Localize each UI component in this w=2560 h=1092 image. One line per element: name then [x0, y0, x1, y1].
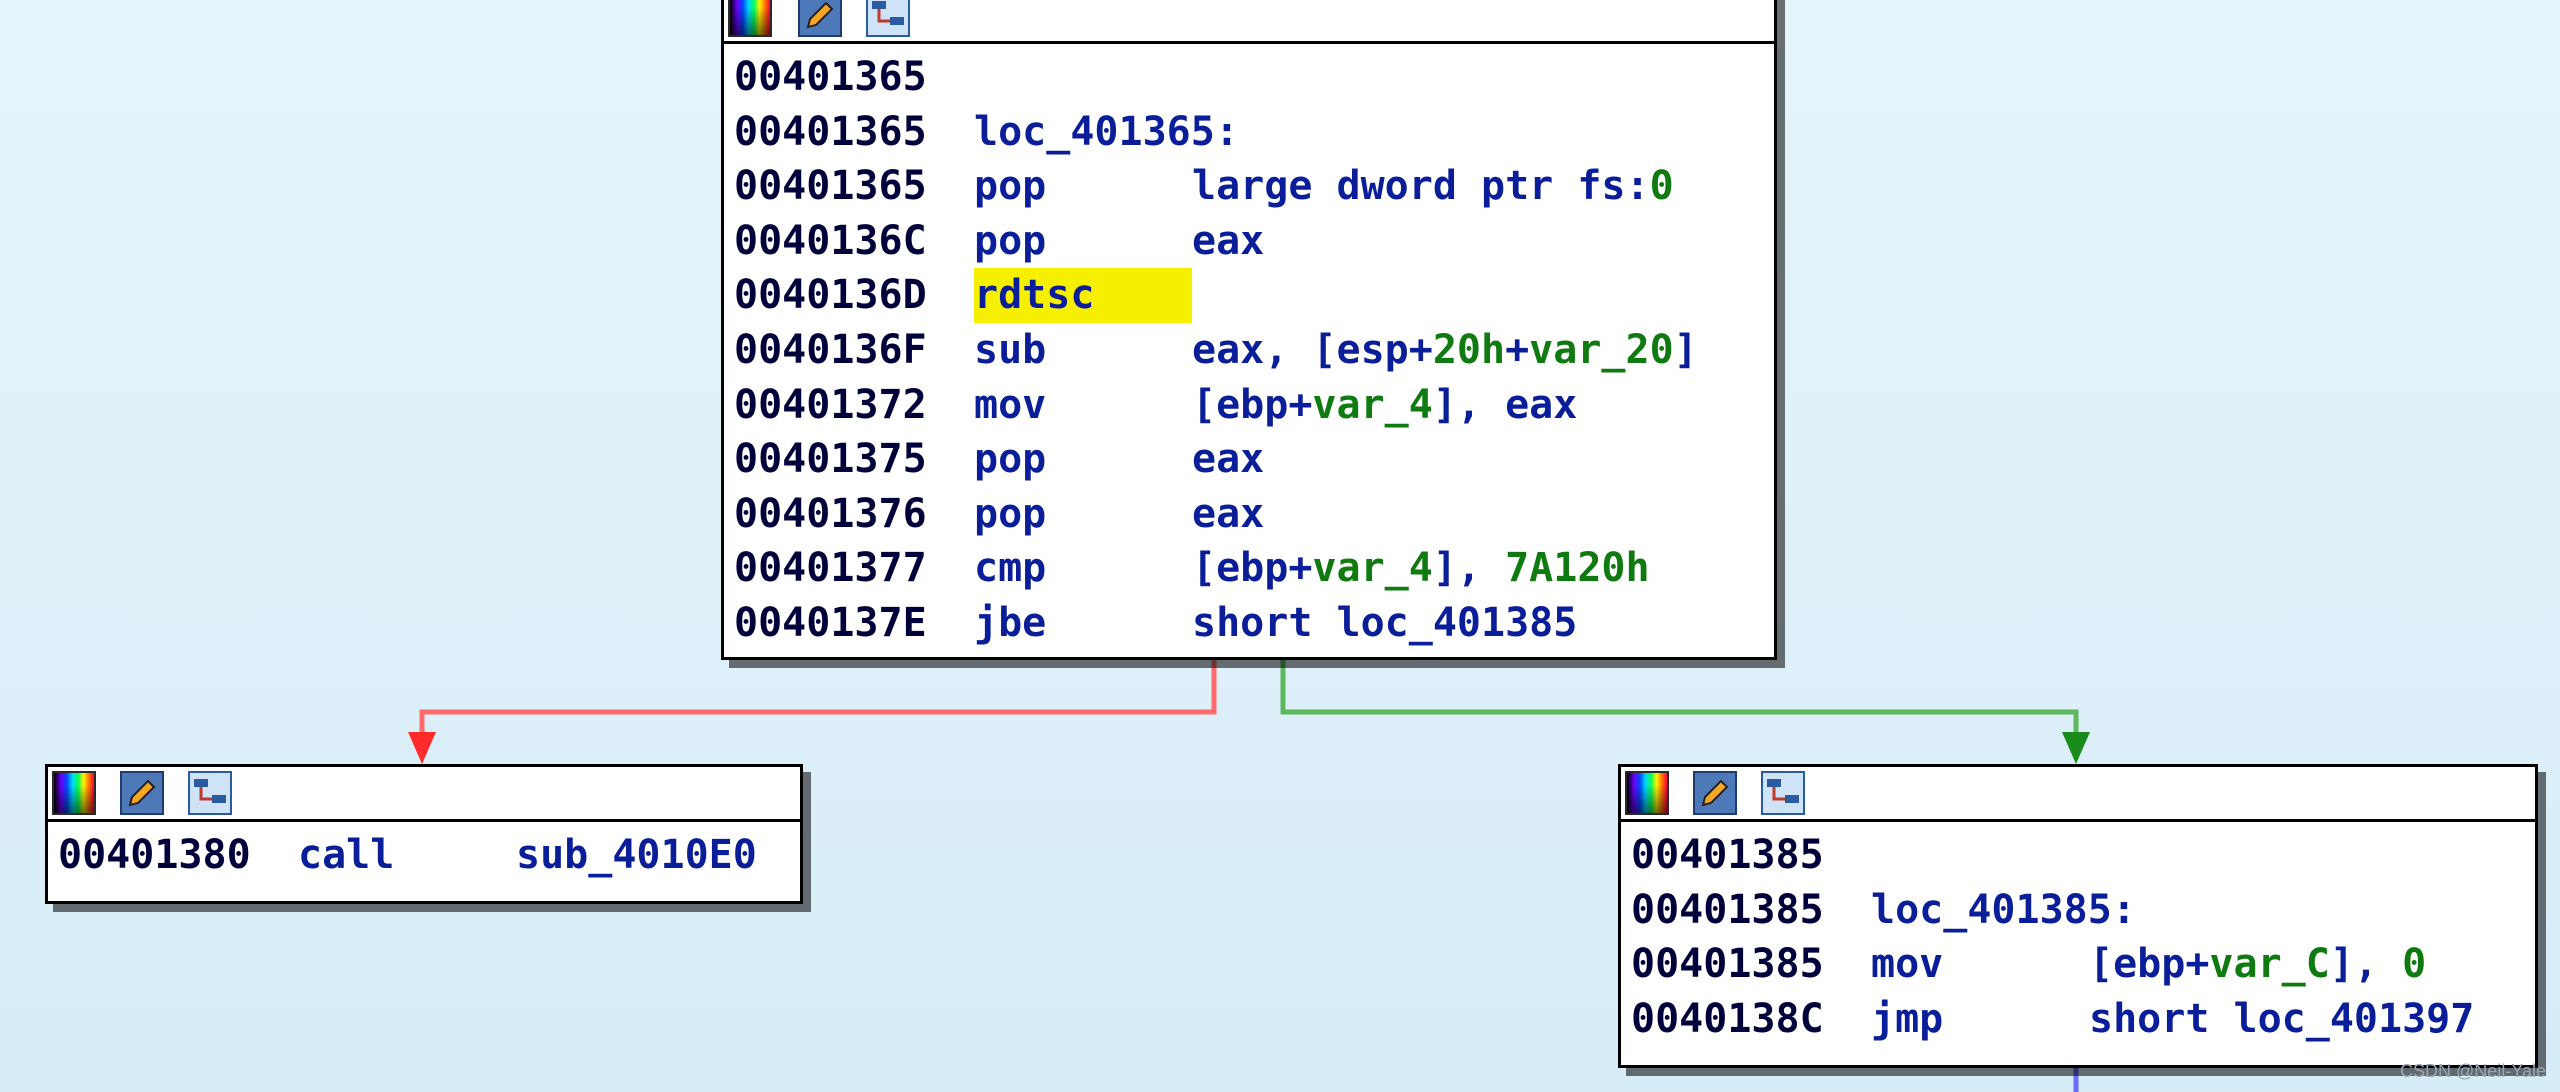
disasm-line[interactable]: 0040137E jbe short loc_401385: [734, 596, 1774, 651]
operand-variable: var_4: [1312, 381, 1433, 428]
code-label: loc_401365:: [974, 108, 1239, 155]
operand-variable: var_4: [1312, 545, 1433, 592]
disasm-line[interactable]: 00401380 call sub_4010E0: [58, 828, 800, 883]
mnemonic: mov: [1871, 941, 1944, 988]
disasm-line[interactable]: 00401365: [734, 50, 1774, 105]
line-address: 0040138C: [1631, 995, 1824, 1042]
mnemonic: call: [298, 832, 395, 878]
disasm-line[interactable]: 00401375 pop eax: [734, 432, 1774, 487]
block-titlebar: [724, 0, 1774, 44]
disasm-line[interactable]: 00401385 loc_401385:: [1631, 883, 2535, 938]
block-disassembly: 00401380 call sub_4010E0: [48, 822, 800, 883]
line-address: 0040136D: [734, 272, 927, 319]
basic-block-call-sub-4010e0[interactable]: 00401380 call sub_4010E0: [45, 764, 803, 904]
true-branch-edge: [1280, 660, 2079, 752]
mnemonic: cmp: [974, 545, 1047, 592]
operand-variable: var_C: [2209, 941, 2330, 988]
mnemonic: mov: [974, 381, 1047, 428]
line-address: 0040137E: [734, 599, 927, 646]
disasm-line[interactable]: 00401372 mov [ebp+var_4], eax: [734, 378, 1774, 433]
graph-overview-icon[interactable]: [1761, 771, 1805, 815]
block-disassembly: 00401365 00401365 loc_401365: 00401365 pop la…: [724, 44, 1774, 651]
disasm-line[interactable]: 0040136D rdtsc: [734, 268, 1774, 323]
graph-overview-icon[interactable]: [866, 0, 910, 37]
operand-number: 7A120h: [1505, 545, 1650, 592]
basic-block-loc-401365[interactable]: 00401365 00401365 loc_401365: 00401365 pop la…: [721, 0, 1777, 660]
mnemonic: pop: [974, 217, 1047, 264]
operand: ], eax: [1432, 381, 1578, 428]
line-address: 00401372: [734, 381, 927, 428]
false-branch-edge: [419, 660, 1217, 752]
mnemonic: jbe: [974, 599, 1047, 646]
operand: short loc_401397: [2089, 995, 2475, 1042]
mnemonic: pop: [974, 436, 1047, 483]
line-address: 00401377: [734, 545, 927, 592]
operand-number: 20h: [1432, 326, 1506, 373]
color-palette-icon[interactable]: [52, 771, 96, 815]
color-palette-icon[interactable]: [728, 0, 772, 37]
line-address: 00401385: [1631, 941, 1824, 988]
block-titlebar: [48, 767, 800, 822]
operand: [ebp+: [1192, 545, 1313, 592]
line-address: 00401380: [58, 832, 251, 878]
disasm-line[interactable]: 0040138C jmp short loc_401397: [1631, 992, 2535, 1047]
disasm-line[interactable]: 00401365 pop large dword ptr fs:0: [734, 159, 1774, 214]
operand: eax, [esp+: [1192, 326, 1433, 373]
line-address: 00401365: [734, 54, 927, 100]
false-branch-arrowhead: [408, 732, 436, 764]
edit-pencil-icon[interactable]: [120, 771, 164, 815]
mnemonic: pop: [974, 163, 1047, 210]
line-address: 00401365: [734, 163, 927, 210]
operand: ],: [1432, 545, 1506, 592]
operand: large dword ptr fs:: [1192, 163, 1650, 210]
line-address: 00401385: [1631, 832, 1824, 878]
disasm-line[interactable]: 00401377 cmp [ebp+var_4], 7A120h: [734, 541, 1774, 596]
code-label: loc_401385:: [1871, 886, 2136, 933]
graph-overview-icon[interactable]: [188, 771, 232, 815]
operand-number: 0: [1649, 163, 1674, 210]
operand: [ebp+: [1192, 381, 1313, 428]
block-disassembly: 00401385 00401385 loc_401385: 00401385 mov [e…: [1621, 822, 2535, 1046]
operand: ],: [2329, 941, 2403, 988]
mnemonic: jmp: [1871, 995, 1944, 1042]
disasm-line[interactable]: 0040136C pop eax: [734, 214, 1774, 269]
line-address: 00401375: [734, 436, 927, 483]
edit-pencil-icon[interactable]: [1693, 771, 1737, 815]
true-branch-arrowhead: [2062, 732, 2090, 764]
operand: +: [1505, 326, 1530, 373]
line-address: 00401376: [734, 490, 927, 537]
operand: [ebp+: [2089, 941, 2210, 988]
mnemonic: pop: [974, 490, 1047, 537]
color-palette-icon[interactable]: [1625, 771, 1669, 815]
disasm-line[interactable]: 00401376 pop eax: [734, 487, 1774, 542]
operand-number: 0: [2402, 941, 2427, 988]
operand: short loc_401385: [1192, 599, 1578, 646]
basic-block-loc-401385[interactable]: 00401385 00401385 loc_401385: 00401385 mov [e…: [1618, 764, 2538, 1068]
line-address: 0040136C: [734, 217, 927, 264]
line-address: 00401385: [1631, 886, 1824, 933]
disasm-line[interactable]: 00401385: [1631, 828, 2535, 883]
mnemonic: rdtsc: [974, 268, 1192, 323]
operand: eax: [1192, 490, 1265, 537]
operand: ]: [1673, 326, 1698, 373]
block-titlebar: [1621, 767, 2535, 822]
operand-variable: var_20: [1529, 326, 1674, 373]
line-address: 0040136F: [734, 326, 927, 373]
edit-pencil-icon[interactable]: [798, 0, 842, 37]
operand: eax: [1192, 217, 1265, 264]
disasm-line[interactable]: 00401385 mov [ebp+var_C], 0: [1631, 937, 2535, 992]
watermark: CSDN @Neil-Yale: [2400, 1061, 2546, 1081]
disasm-line[interactable]: 0040136F sub eax, [esp+20h+var_20]: [734, 323, 1774, 378]
operand: sub_4010E0: [516, 832, 757, 878]
operand: eax: [1192, 436, 1265, 483]
line-address: 00401365: [734, 108, 927, 155]
mnemonic: sub: [974, 326, 1047, 373]
disasm-line[interactable]: 00401365 loc_401365:: [734, 105, 1774, 160]
